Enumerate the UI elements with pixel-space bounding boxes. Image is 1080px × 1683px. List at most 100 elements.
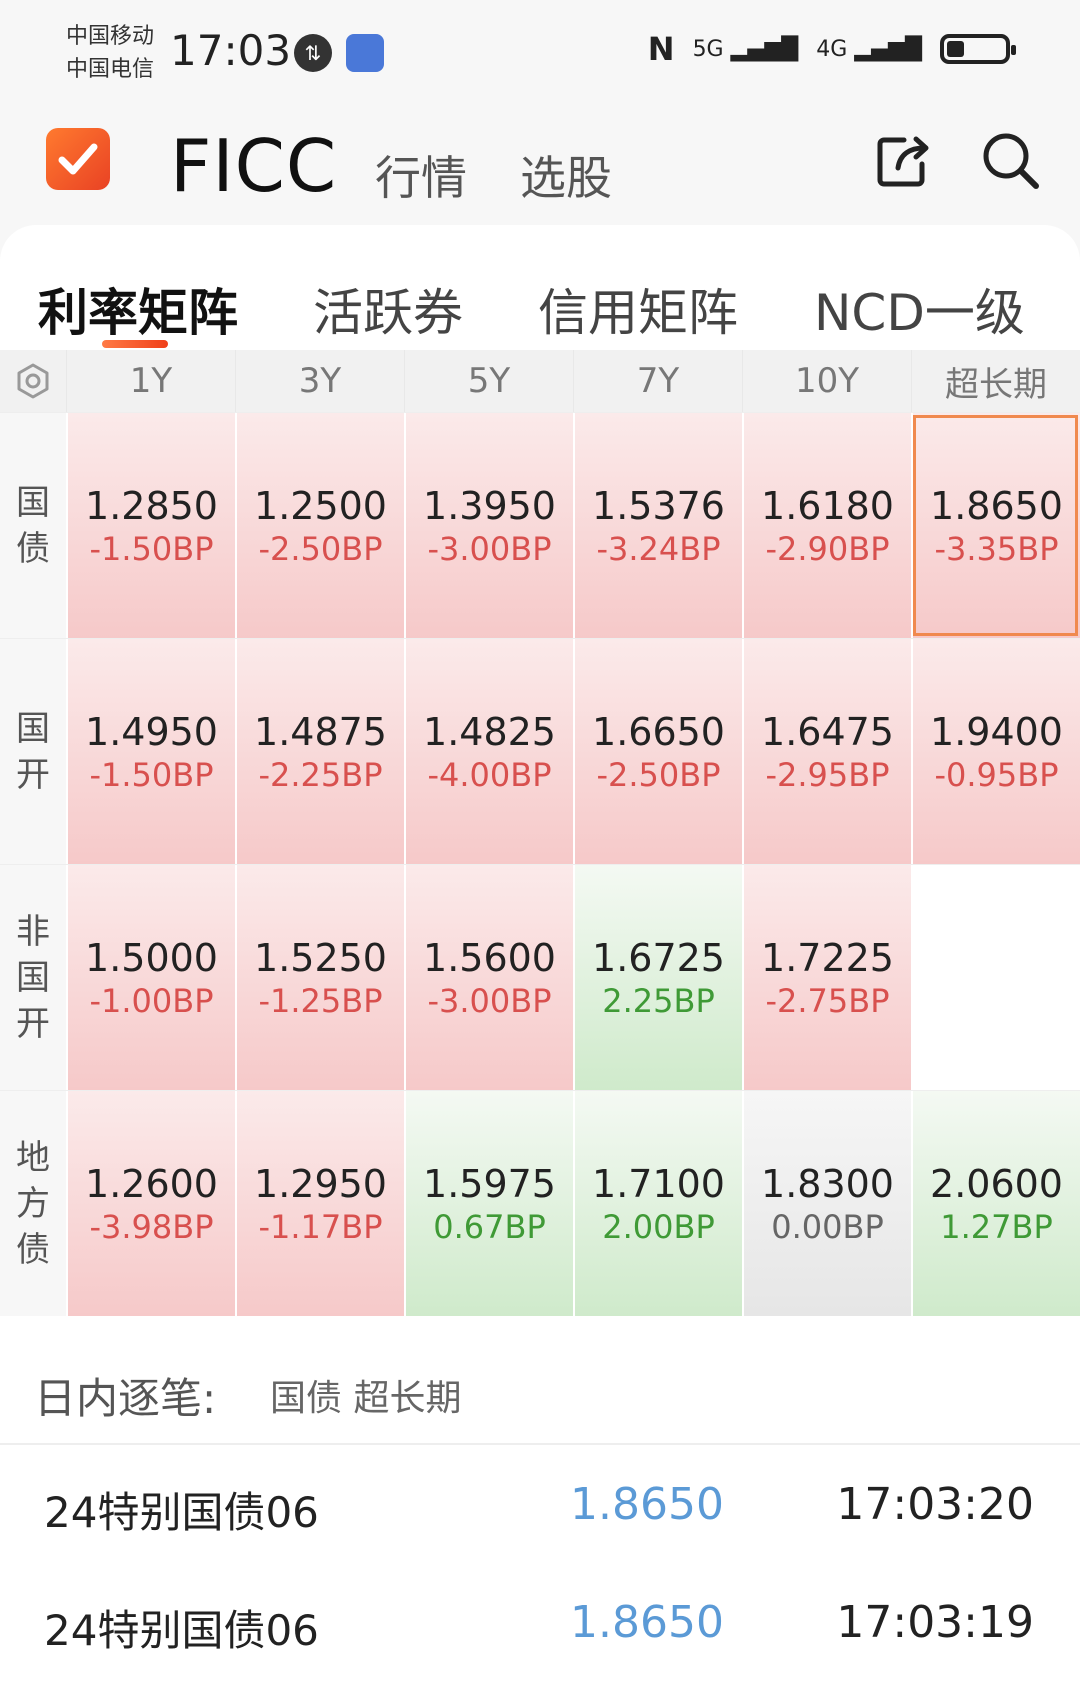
- column-header-4: 10Y: [742, 350, 911, 412]
- yield-change: -3.98BP: [89, 1207, 214, 1246]
- rate-cell[interactable]: 1.5600 -3.00BP: [404, 865, 573, 1090]
- matrix-row: 国债 1.2850 -1.50BP 1.2500 -2.50BP 1.3950 -3.00B…: [0, 412, 1080, 638]
- tab-active-bonds[interactable]: 活跃券: [313, 273, 463, 345]
- yield-change: -1.50BP: [89, 529, 214, 568]
- rate-cell[interactable]: 1.6475 -2.95BP: [742, 639, 911, 864]
- yield-change: 2.00BP: [602, 1207, 715, 1246]
- yield-value: 1.5975: [423, 1161, 556, 1206]
- bond-name: 24特别国债06: [44, 1606, 319, 1655]
- yield-change: -2.50BP: [596, 755, 721, 794]
- yield-value: 1.4825: [423, 709, 556, 754]
- bond-name: 24特别国债06: [44, 1488, 319, 1537]
- matrix-tab-bar: 利率矩阵 活跃券 信用矩阵 NCD一级: [0, 225, 1080, 350]
- tab-ncd-primary[interactable]: NCD一级: [814, 273, 1025, 345]
- yield-value: 2.0600: [930, 1161, 1063, 1206]
- rate-cell[interactable]: 1.8300 0.00BP: [742, 1091, 911, 1316]
- rate-cell[interactable]: 1.2950 -1.17BP: [235, 1091, 404, 1316]
- column-header-1: 3Y: [235, 350, 404, 412]
- nfc-icon: N: [647, 30, 675, 68]
- rate-cell[interactable]: 2.0600 1.27BP: [911, 1091, 1080, 1316]
- tab-market[interactable]: 行情: [375, 142, 467, 208]
- yield-value: 1.3950: [423, 483, 556, 528]
- rate-cell[interactable]: 1.2500 -2.50BP: [235, 413, 404, 638]
- row-label: 非国开: [0, 865, 66, 1090]
- carrier-1: 中国移动: [66, 24, 155, 49]
- rate-matrix-panel: 利率矩阵 活跃券 信用矩阵 NCD一级 1Y 3Y 5Y 7Y 10Y 超长期 国债 1.2…: [0, 225, 1080, 1350]
- tab-stock-picker[interactable]: 选股: [520, 142, 612, 208]
- yield-value: 1.5600: [423, 935, 556, 980]
- app-notification-icon: [346, 34, 384, 72]
- app-title: FICC: [170, 124, 338, 208]
- signal-5g-icon: 5G ▂▄▆█: [692, 36, 799, 62]
- rate-cell[interactable]: 1.2850 -1.50BP: [66, 413, 235, 638]
- tab-rate-matrix[interactable]: 利率矩阵: [38, 273, 238, 345]
- yield-change: -1.00BP: [89, 981, 214, 1020]
- rate-cell[interactable]: 1.6650 -2.50BP: [573, 639, 742, 864]
- yield-value: 1.5250: [254, 935, 387, 980]
- yield-value: 1.4875: [254, 709, 387, 754]
- ticks-filter-label[interactable]: 国债 超长期: [270, 1369, 461, 1421]
- status-indicators: N 5G ▂▄▆█ 4G ▂▄▆█: [647, 30, 1016, 68]
- rate-cell[interactable]: 1.7225 -2.75BP: [742, 865, 911, 1090]
- share-icon[interactable]: [870, 128, 936, 194]
- rate-cell: [911, 865, 1080, 1090]
- data-transfer-icon: ⇅: [294, 34, 332, 72]
- yield-value: 1.2500: [254, 483, 387, 528]
- column-header-row: 1Y 3Y 5Y 7Y 10Y 超长期: [0, 350, 1080, 412]
- yield-change: -3.35BP: [934, 529, 1059, 568]
- rate-matrix-grid: 1Y 3Y 5Y 7Y 10Y 超长期 国债 1.2850 -1.50BP 1.2500 -2.5…: [0, 350, 1080, 1316]
- row-label: 国开: [0, 639, 66, 864]
- rate-cell[interactable]: 1.5000 -1.00BP: [66, 865, 235, 1090]
- carrier-info: 中国移动 中国电信: [66, 20, 154, 86]
- settings-icon[interactable]: [0, 350, 66, 412]
- yield-value: 1.7100: [592, 1161, 725, 1206]
- matrix-row: 非国开 1.5000 -1.00BP 1.5250 -1.25BP 1.5600 -3.00…: [0, 864, 1080, 1090]
- rate-cell[interactable]: 1.6725 2.25BP: [573, 865, 742, 1090]
- yield-value: 1.5376: [592, 483, 725, 528]
- tick-row[interactable]: 24特别国债06 1.8650 17:03:19: [0, 1563, 1080, 1683]
- yield-change: -2.25BP: [258, 755, 383, 794]
- yield-value: 1.9400: [930, 709, 1063, 754]
- tab-credit-matrix[interactable]: 信用矩阵: [538, 273, 738, 345]
- rate-cell[interactable]: 1.6180 -2.90BP: [742, 413, 911, 638]
- yield-value: 1.2600: [85, 1161, 218, 1206]
- yield-change: -3.24BP: [596, 529, 721, 568]
- column-header-0: 1Y: [66, 350, 235, 412]
- yield-value: 1.8650: [930, 483, 1063, 528]
- signal-4g-icon: 4G ▂▄▆█: [816, 36, 922, 62]
- intraday-ticks-header: 日内逐笔: 国债 超长期: [0, 1335, 1080, 1445]
- yield-value: 1.6475: [761, 709, 894, 754]
- rate-cell[interactable]: 1.9400 -0.95BP: [911, 639, 1080, 864]
- matrix-row: 地方债 1.2600 -3.98BP 1.2950 -1.17BP 1.5975 0.67B…: [0, 1090, 1080, 1316]
- column-header-5: 超长期: [911, 350, 1080, 412]
- matrix-row: 国开 1.4950 -1.50BP 1.4875 -2.25BP 1.4825 -4.00B…: [0, 638, 1080, 864]
- yield-change: -4.00BP: [427, 755, 552, 794]
- yield-change: -1.25BP: [258, 981, 383, 1020]
- rate-cell[interactable]: 1.4950 -1.50BP: [66, 639, 235, 864]
- rate-cell[interactable]: 1.4825 -4.00BP: [404, 639, 573, 864]
- trade-time: 17:03:19: [836, 1597, 1034, 1648]
- tick-row[interactable]: 24特别国债06 1.8650 17:03:20: [0, 1445, 1080, 1565]
- rate-cell[interactable]: 1.5975 0.67BP: [404, 1091, 573, 1316]
- yield-change: -2.75BP: [765, 981, 890, 1020]
- yield-change: 0.67BP: [433, 1207, 546, 1246]
- trade-time: 17:03:20: [836, 1479, 1034, 1530]
- yield-change: 0.00BP: [771, 1207, 884, 1246]
- yield-change: 2.25BP: [602, 981, 715, 1020]
- yield-value: 1.6650: [592, 709, 725, 754]
- yield-change: -1.50BP: [89, 755, 214, 794]
- rate-cell[interactable]: 1.5376 -3.24BP: [573, 413, 742, 638]
- rate-cell[interactable]: 1.7100 2.00BP: [573, 1091, 742, 1316]
- rate-cell[interactable]: 1.4875 -2.25BP: [235, 639, 404, 864]
- search-icon[interactable]: [978, 128, 1044, 194]
- yield-value: 1.2950: [254, 1161, 387, 1206]
- ticks-title: 日内逐笔:: [34, 1374, 217, 1423]
- rate-cell[interactable]: 1.8650 -3.35BP: [911, 413, 1080, 638]
- rate-cell[interactable]: 1.5250 -1.25BP: [235, 865, 404, 1090]
- app-header: FICC 行情 选股: [0, 100, 1080, 225]
- yield-change: 1.27BP: [940, 1207, 1053, 1246]
- active-tab-indicator: [102, 340, 168, 348]
- rate-cell[interactable]: 1.2600 -3.98BP: [66, 1091, 235, 1316]
- rate-cell[interactable]: 1.3950 -3.00BP: [404, 413, 573, 638]
- column-header-3: 7Y: [573, 350, 742, 412]
